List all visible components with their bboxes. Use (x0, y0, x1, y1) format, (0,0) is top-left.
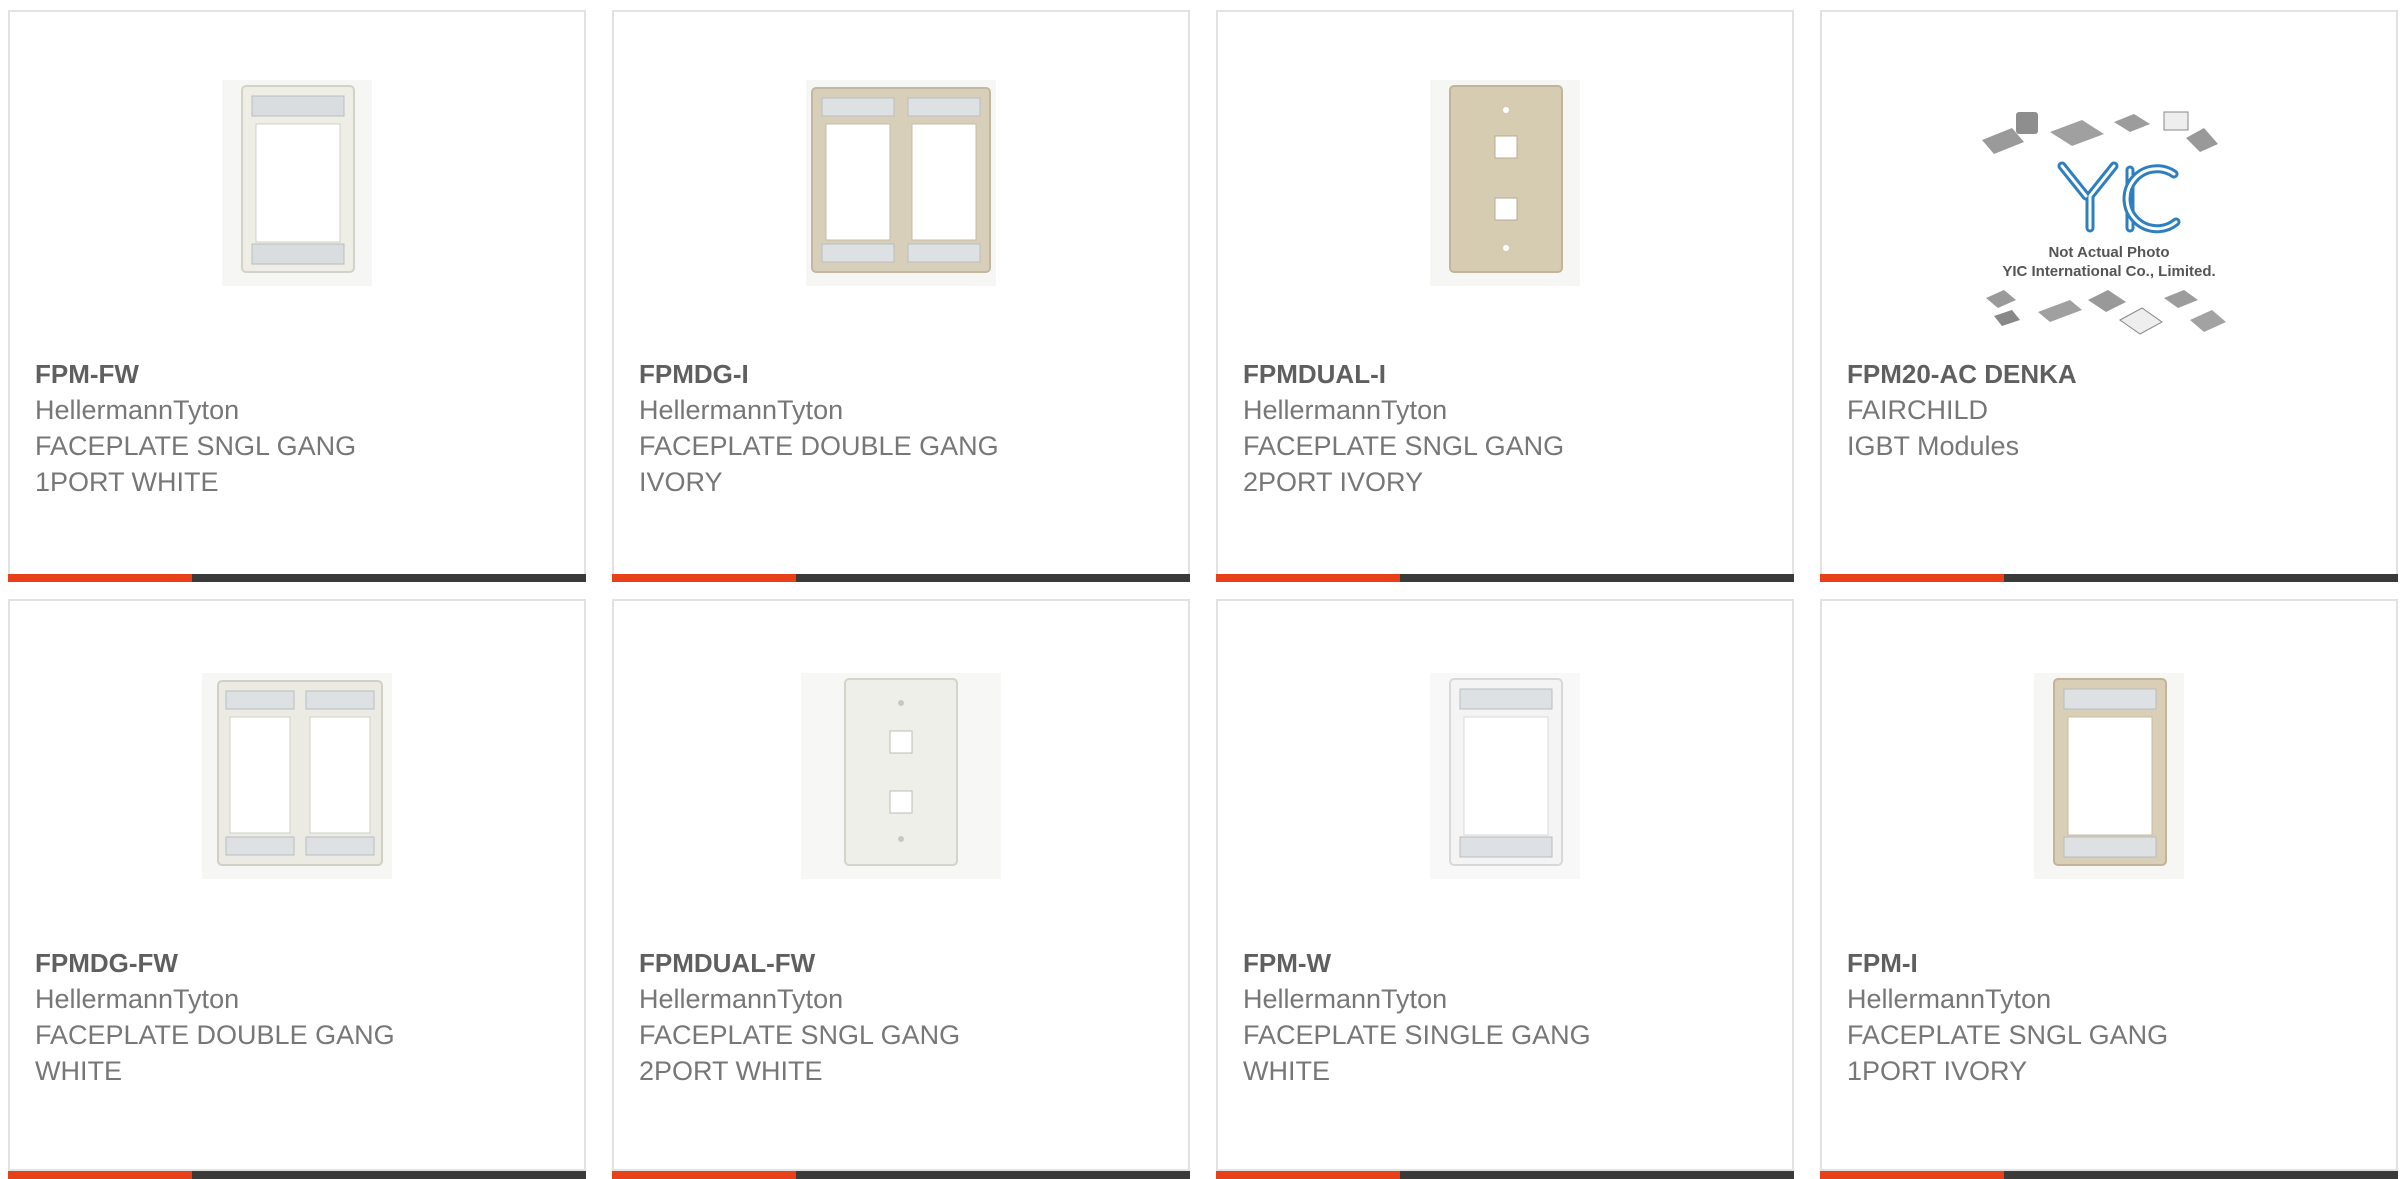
card-bottom-bar (1820, 1171, 2398, 1179)
card-bottom-bar (1216, 574, 1794, 582)
manufacturer: HellermannTyton (1847, 984, 2052, 1014)
card-accent (1820, 1171, 2004, 1179)
description: FACEPLATE SNGL GANG 1PORT WHITE (35, 431, 357, 497)
card-accent (8, 574, 192, 582)
card-accent (612, 574, 796, 582)
placeholder-line2: YIC International Co., Limited. (2002, 263, 2215, 280)
product-card[interactable]: FPM-W HellermannTyton FACEPLATE SINGLE G… (1216, 599, 1794, 1179)
product-image[interactable] (614, 673, 1188, 879)
part-number[interactable]: FPMDG-I (639, 356, 1168, 392)
part-number[interactable]: FPM-W (1243, 945, 1772, 981)
part-number[interactable]: FPMDUAL-I (1243, 356, 1772, 392)
placeholder-photo-icon: Not Actual Photo YIC International Co., … (1982, 111, 2226, 335)
product-image[interactable] (1822, 673, 2396, 879)
description: FACEPLATE SNGL GANG 2PORT IVORY (1243, 431, 1565, 497)
manufacturer: HellermannTyton (639, 395, 844, 425)
product-image[interactable] (1218, 673, 1792, 879)
product-card[interactable]: FPM-FW HellermannTyton FACEPLATE SNGL GA… (8, 10, 586, 582)
manufacturer: HellermannTyton (35, 395, 240, 425)
faceplate-double-icon (806, 80, 996, 286)
part-number[interactable]: FPM20-AC DENKA (1847, 356, 2376, 392)
description: FACEPLATE DOUBLE GANG IVORY (639, 431, 999, 497)
card-accent (8, 1171, 192, 1179)
faceplate-single-icon (1430, 673, 1580, 879)
manufacturer: HellermannTyton (1243, 395, 1448, 425)
product-card[interactable]: FPMDG-FW HellermannTyton FACEPLATE DOUBL… (8, 599, 586, 1179)
product-image[interactable] (10, 673, 584, 879)
card-accent (612, 1171, 796, 1179)
product-image[interactable] (614, 80, 1188, 286)
card-bottom-bar (1216, 1171, 1794, 1179)
faceplate-two-port-icon (801, 673, 1001, 879)
placeholder-line1: Not Actual Photo (2048, 244, 2169, 261)
manufacturer: HellermannTyton (639, 984, 844, 1014)
card-accent (1216, 574, 1400, 582)
description: FACEPLATE SNGL GANG 1PORT IVORY (1847, 1020, 2169, 1086)
product-card[interactable]: FPM-I HellermannTyton FACEPLATE SNGL GAN… (1820, 599, 2398, 1179)
product-card[interactable]: FPMDG-I HellermannTyton FACEPLATE DOUBLE… (612, 10, 1190, 582)
product-image[interactable]: Not Actual Photo YIC International Co., … (1822, 104, 2396, 344)
card-bottom-bar (8, 1171, 586, 1179)
part-number[interactable]: FPMDG-FW (35, 945, 564, 981)
description: FACEPLATE DOUBLE GANG WHITE (35, 1020, 395, 1086)
faceplate-single-icon (222, 80, 372, 286)
description: FACEPLATE SINGLE GANG WHITE (1243, 1020, 1591, 1086)
card-bottom-bar (612, 1171, 1190, 1179)
manufacturer: HellermannTyton (35, 984, 240, 1014)
manufacturer: HellermannTyton (1243, 984, 1448, 1014)
card-bottom-bar (612, 574, 1190, 582)
product-card[interactable]: FPMDUAL-I HellermannTyton FACEPLATE SNGL… (1216, 10, 1794, 582)
faceplate-double-icon (202, 673, 392, 879)
card-bottom-bar (8, 574, 586, 582)
product-image[interactable] (1218, 80, 1792, 286)
description: IGBT Modules (1847, 431, 2020, 461)
card-accent (1820, 574, 2004, 582)
product-card[interactable]: FPMDUAL-FW HellermannTyton FACEPLATE SNG… (612, 599, 1190, 1179)
description: FACEPLATE SNGL GANG 2PORT WHITE (639, 1020, 961, 1086)
product-grid: FPM-FW HellermannTyton FACEPLATE SNGL GA… (0, 0, 2400, 1179)
manufacturer: FAIRCHILD (1847, 395, 1989, 425)
part-number[interactable]: FPM-I (1847, 945, 2376, 981)
card-bottom-bar (1820, 574, 2398, 582)
yic-logo-icon (2057, 161, 2181, 234)
faceplate-single-icon (2034, 673, 2184, 879)
part-number[interactable]: FPM-FW (35, 356, 564, 392)
product-image[interactable] (10, 80, 584, 286)
product-card[interactable]: Not Actual Photo YIC International Co., … (1820, 10, 2398, 582)
part-number[interactable]: FPMDUAL-FW (639, 945, 1168, 981)
faceplate-two-port-icon (1430, 80, 1580, 286)
card-accent (1216, 1171, 1400, 1179)
